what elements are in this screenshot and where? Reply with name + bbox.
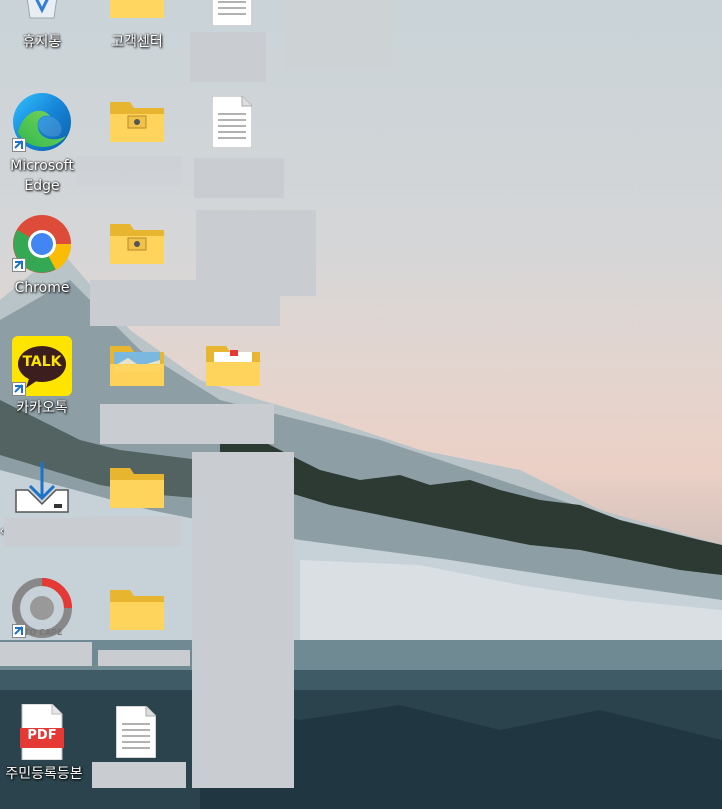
pdf-label: 주민등록등본 [5,766,83,782]
chrome-label: Chrome [14,280,70,296]
photo-folder-icon[interactable] [110,342,164,386]
redaction-block [190,32,266,82]
redaction-block [92,762,186,788]
redaction-block [76,156,182,186]
shortcut-arrow-icon [12,258,26,272]
shared-folder-icon[interactable] [110,98,164,142]
redaction-block [90,280,280,326]
shortcut-arrow-icon [12,382,26,396]
download-tray-icon[interactable] [14,460,70,516]
redaction-block [4,518,90,546]
redaction-block [90,516,182,546]
capture-app-badge-text: TO CAPE [24,628,63,637]
desktop[interactable]: 휴지통 Microsoft Edge Chrome TALK 카카오톡 TO C… [0,0,722,809]
recycle-bin-icon[interactable] [22,0,62,24]
kakaotalk-badge-text: TALK [22,354,62,370]
text-document-icon[interactable] [115,705,157,759]
edge-label: Microsoft Edge [10,158,74,194]
recycle-bin-label: 휴지통 [22,34,62,50]
shortcut-arrow-icon [12,138,26,152]
text-document-icon[interactable] [211,0,253,27]
redaction-block [192,452,294,788]
redaction-block [284,0,392,70]
folder-icon[interactable] [110,588,164,630]
folder-icon[interactable] [206,344,260,386]
redaction-block [98,650,190,666]
shared-folder-icon[interactable] [110,220,164,264]
text-document-icon[interactable] [211,95,253,149]
kakaotalk-label: 카카오톡 [16,400,68,416]
shortcut-arrow-icon [12,624,26,638]
customer-center-label: 고객센터 [111,34,163,50]
redaction-block [194,158,284,198]
redaction-block [100,404,274,444]
pdf-badge-text: PDF [27,728,57,743]
folder-icon[interactable] [110,0,164,20]
redaction-block [0,642,92,666]
folder-icon[interactable] [110,466,164,508]
